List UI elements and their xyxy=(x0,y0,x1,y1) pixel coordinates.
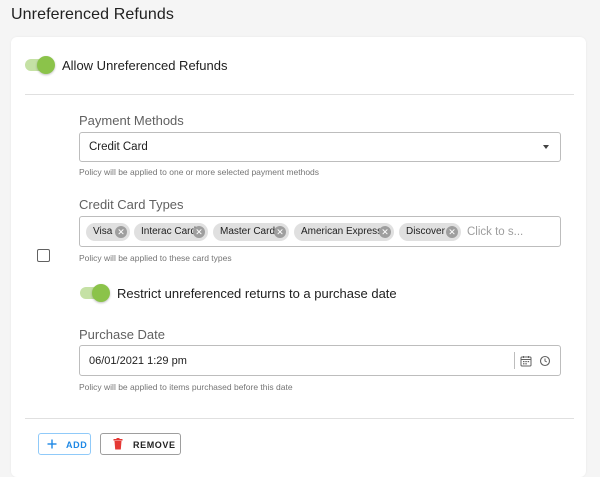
page-title: Unreferenced Refunds xyxy=(11,6,174,23)
clock-icon[interactable] xyxy=(539,355,551,367)
divider xyxy=(25,94,574,95)
chip-label: Discover xyxy=(406,226,445,237)
policy-select-checkbox[interactable] xyxy=(37,249,50,262)
trash-icon xyxy=(113,438,123,450)
close-icon[interactable]: ✕ xyxy=(379,226,391,238)
policy-card: Allow Unreferenced Refunds Payment Metho… xyxy=(11,37,586,477)
payment-methods-select[interactable]: Credit Card xyxy=(79,132,561,162)
chip-label: Interac Card xyxy=(141,226,197,237)
purchase-date-field[interactable] xyxy=(79,345,561,376)
remove-button[interactable]: REMOVE xyxy=(100,433,181,455)
payment-methods-helper: Policy will be applied to one or more se… xyxy=(79,167,320,177)
card-types-field[interactable]: Visa ✕ Interac Card ✕ Master Card ✕ Amer… xyxy=(79,216,561,247)
restrict-date-toggle[interactable] xyxy=(80,283,110,303)
chip-discover[interactable]: Discover ✕ xyxy=(399,223,461,241)
remove-button-label: REMOVE xyxy=(133,440,176,450)
chip-visa[interactable]: Visa ✕ xyxy=(86,223,130,241)
card-types-helper: Policy will be applied to these card typ… xyxy=(79,253,232,263)
allow-unreferenced-toggle[interactable] xyxy=(25,55,55,75)
chip-label: American Express xyxy=(301,226,383,237)
toggle-thumb xyxy=(92,284,110,302)
purchase-date-helper: Policy will be applied to items purchase… xyxy=(79,382,293,392)
card-types-label: Credit Card Types xyxy=(79,197,184,212)
close-icon[interactable]: ✕ xyxy=(115,226,127,238)
chevron-down-icon xyxy=(543,145,549,149)
card-types-input[interactable] xyxy=(467,225,557,239)
chip-american-express[interactable]: American Express ✕ xyxy=(294,223,394,241)
purchase-date-label: Purchase Date xyxy=(79,327,165,342)
restrict-date-label: Restrict unreferenced returns to a purch… xyxy=(117,286,397,301)
chip-label: Master Card xyxy=(220,226,276,237)
calendar-icon[interactable] xyxy=(520,355,532,367)
close-icon[interactable]: ✕ xyxy=(193,226,205,238)
field-separator xyxy=(514,352,515,369)
add-button-label: ADD xyxy=(66,440,88,450)
toggle-thumb xyxy=(37,56,55,74)
allow-unreferenced-label: Allow Unreferenced Refunds xyxy=(62,58,228,73)
payment-methods-value: Credit Card xyxy=(89,141,148,153)
plus-icon xyxy=(47,439,57,449)
chip-interac-card[interactable]: Interac Card ✕ xyxy=(134,223,208,241)
add-button[interactable]: ADD xyxy=(38,433,91,455)
chip-master-card[interactable]: Master Card ✕ xyxy=(213,223,289,241)
purchase-date-input[interactable] xyxy=(89,355,489,367)
close-icon[interactable]: ✕ xyxy=(274,226,286,238)
payment-methods-label: Payment Methods xyxy=(79,113,184,128)
divider xyxy=(25,418,574,419)
chip-label: Visa xyxy=(93,226,113,237)
close-icon[interactable]: ✕ xyxy=(446,226,458,238)
